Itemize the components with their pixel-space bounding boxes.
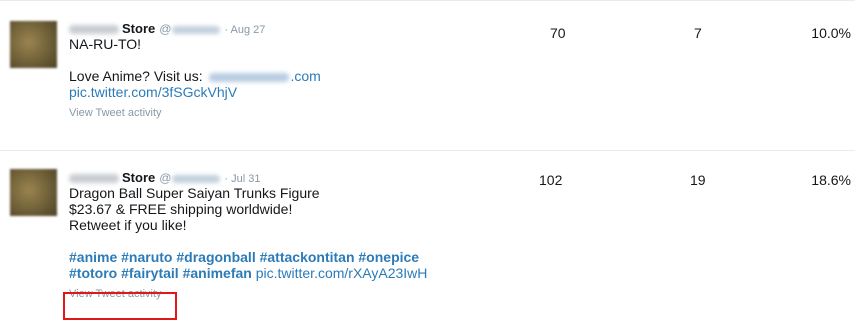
engagements-value: 7 xyxy=(694,25,702,41)
account-name[interactable]: Store xyxy=(122,170,155,185)
handle[interactable]: @ xyxy=(159,171,224,185)
avatar[interactable] xyxy=(10,21,57,68)
tweet-body: Store @ · Aug 27 NA-RU-TO! Love Anime? Vis… xyxy=(69,22,469,120)
avatar[interactable] xyxy=(10,169,57,216)
redacted-name xyxy=(69,174,119,184)
hashtags-line: #totoro #fairytail #animefan pic.twitter… xyxy=(69,265,469,281)
hashtags[interactable]: #totoro #fairytail #animefan xyxy=(69,265,252,281)
account-name[interactable]: Store xyxy=(122,21,155,36)
redacted-handle xyxy=(172,25,221,34)
tweet-header: Store @ · Aug 27 xyxy=(69,22,469,36)
impressions-value: 102 xyxy=(539,172,563,188)
tweet-date[interactable]: · Jul 31 xyxy=(224,173,260,185)
tweet-text-line: Love Anime? Visit us: .com xyxy=(69,68,321,84)
tweet-header: Store @ · Jul 31 xyxy=(69,171,469,185)
hashtags-line[interactable]: #anime #naruto #dragonball #attackontita… xyxy=(69,249,469,265)
tweet-body: Store @ · Jul 31 Dragon Ball Super Saiyan … xyxy=(69,171,469,301)
redacted-name xyxy=(69,25,119,35)
engagement-rate-value: 10.0% xyxy=(811,25,851,41)
visit-link[interactable]: .com xyxy=(207,68,321,84)
handle[interactable]: @ xyxy=(159,22,224,36)
impressions-value: 70 xyxy=(550,25,566,41)
tweet-date[interactable]: · Aug 27 xyxy=(224,24,265,36)
redacted-handle xyxy=(172,174,221,183)
engagements-value: 19 xyxy=(690,172,706,188)
tweet-row: Store @ · Aug 27 NA-RU-TO! Love Anime? Vis… xyxy=(0,0,855,151)
highlight-box xyxy=(63,292,177,320)
tweet-text-line: Retweet if you like! xyxy=(69,217,187,233)
tweet-text-line: $23.67 & FREE shipping worldwide! xyxy=(69,201,293,217)
pic-link[interactable]: pic.twitter.com/3fSGckVhjV xyxy=(69,84,469,100)
redacted-url xyxy=(208,72,289,82)
tweet-text-line: Dragon Ball Super Saiyan Trunks Figure xyxy=(69,185,320,201)
pic-link[interactable]: pic.twitter.com/rXAyA23IwH xyxy=(256,265,428,281)
engagement-rate-value: 18.6% xyxy=(811,172,851,188)
tweet-text-line: NA-RU-TO! xyxy=(69,36,142,52)
view-tweet-activity-link[interactable]: View Tweet activity xyxy=(69,107,469,120)
